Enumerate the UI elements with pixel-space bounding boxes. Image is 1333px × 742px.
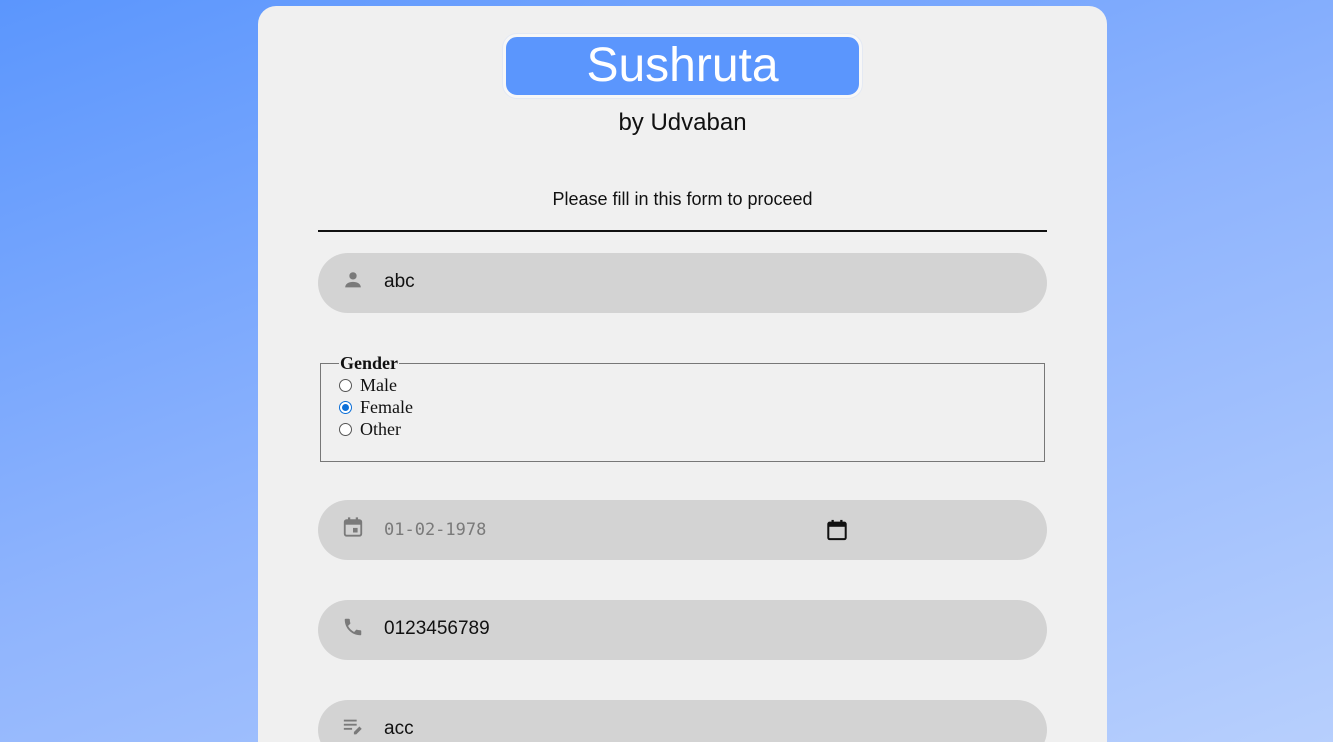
gender-option-label: Male [360,374,397,395]
radio-other[interactable] [339,422,352,436]
brand-logo-box: Sushruta [503,34,862,98]
gender-option-female[interactable]: Female [339,396,1044,418]
gender-legend: Gender [340,353,398,373]
gender-option-label: Other [360,418,401,439]
phone-field[interactable]: 0123456789 [318,600,1047,660]
notes-field[interactable]: acc [318,700,1047,742]
gender-option-male[interactable]: Male [339,374,1044,396]
dob-field[interactable]: 01-02-1978 [318,500,1047,560]
brand-title: Sushruta [586,39,779,92]
gender-fieldset: Gender Male Female Other [320,353,1045,462]
divider [318,230,1047,232]
phone-icon [344,618,362,636]
person-icon [345,272,361,288]
phone-input-value[interactable]: 0123456789 [384,618,490,640]
gender-option-other[interactable]: Other [339,418,1044,440]
name-input-value[interactable]: abc [384,271,415,293]
form-instruction: Please fill in this form to proceed [552,189,813,209]
notes-edit-icon [343,719,362,735]
name-field[interactable]: abc [318,253,1047,313]
radio-female[interactable] [339,400,352,414]
calendar-icon [343,517,363,537]
gender-option-label: Female [360,396,413,417]
brand-subtitle: by Udvaban [618,109,747,136]
form-card: Sushruta by Udvaban Please fill in this … [258,6,1107,742]
radio-male[interactable] [339,378,352,392]
notes-input-value[interactable]: acc [384,718,414,740]
dob-input-value[interactable]: 01-02-1978 [384,520,486,540]
calendar-picker-icon[interactable] [826,519,848,541]
